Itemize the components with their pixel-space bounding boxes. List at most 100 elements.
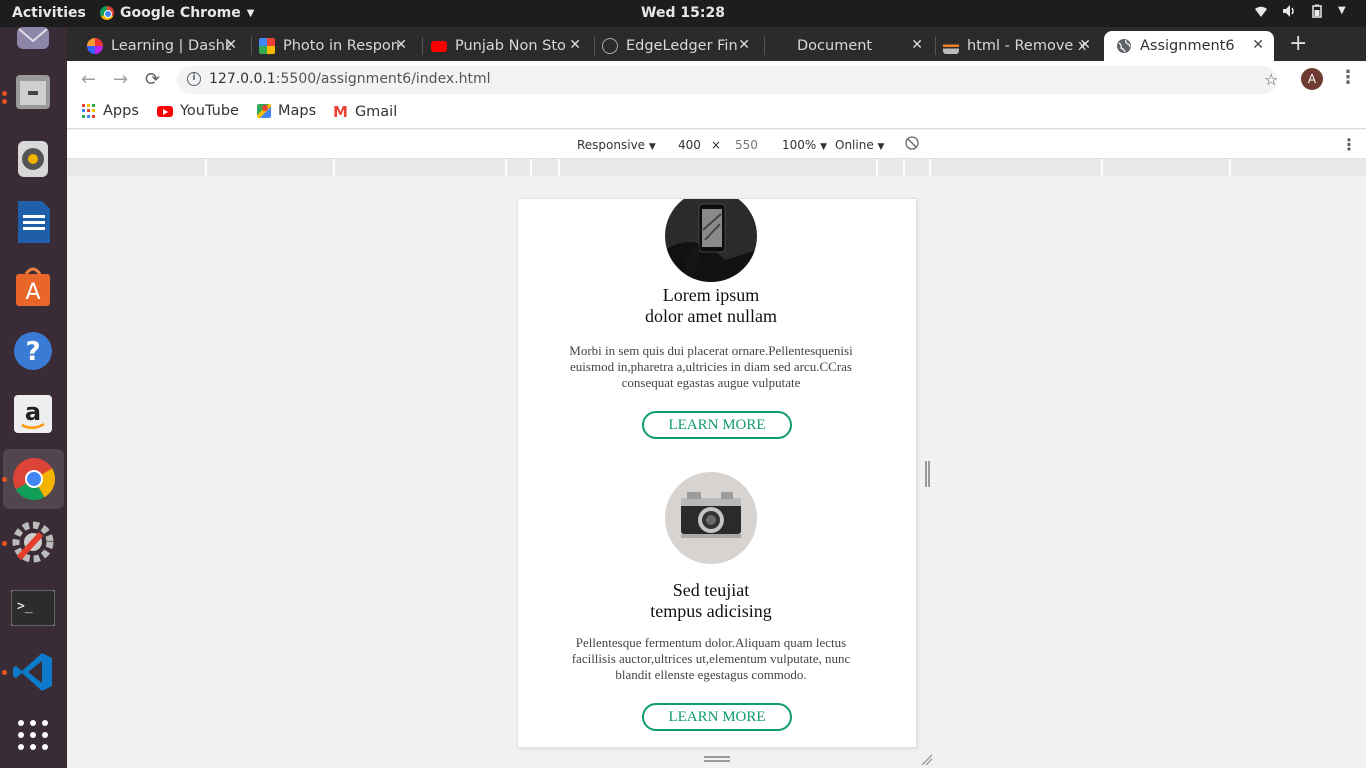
tab-document[interactable]: Document ✕ (773, 31, 933, 61)
chevron-down-icon: ▼ (246, 7, 255, 19)
vscode-icon[interactable] (8, 647, 58, 697)
close-icon[interactable]: ✕ (569, 37, 581, 53)
close-icon[interactable]: ✕ (738, 37, 750, 53)
new-tab-button[interactable]: + (1289, 31, 1307, 56)
stackoverflow-favicon-icon (943, 38, 959, 54)
mail-icon[interactable] (8, 27, 58, 53)
app-menu[interactable]: Google Chrome ▼ (100, 5, 254, 21)
tab-punjab[interactable]: Punjab Non Sto ✕ (431, 31, 591, 61)
emulated-page[interactable]: Lorem ipsum dolor amet nullam Morbi in s… (517, 198, 917, 748)
menu-kebab-icon[interactable]: ⋮ (1339, 67, 1357, 88)
close-icon[interactable]: ✕ (1079, 37, 1091, 53)
card-title: Sed teujiat tempus adicising (518, 580, 904, 622)
tab-title: Photo in Respon (283, 38, 400, 54)
chevron-down-icon: ▼ (648, 142, 656, 152)
files-icon[interactable] (8, 67, 58, 117)
settings-icon[interactable] (8, 517, 58, 567)
bottom-resize-handle[interactable] (704, 756, 730, 758)
terminal-icon[interactable]: >_ (8, 583, 58, 633)
maps-icon (257, 104, 271, 118)
youtube-favicon-icon (431, 40, 447, 52)
tab-strip: Learning | Dashb ✕ Photo in Respon ✕ Pun… (67, 27, 1366, 61)
tab-title: Punjab Non Sto (455, 38, 566, 54)
more-options-icon[interactable]: ⋮ (1341, 135, 1357, 154)
show-apps-icon[interactable] (8, 710, 58, 760)
width-input[interactable]: 400 (678, 138, 701, 152)
svg-text:A: A (25, 280, 40, 305)
system-tray[interactable]: ▼ (1254, 4, 1352, 18)
chrome-dock-icon[interactable] (3, 449, 64, 509)
close-icon[interactable]: ✕ (1252, 37, 1264, 53)
software-center-icon[interactable]: A (8, 261, 58, 311)
learn-more-button[interactable]: LEARN MORE (642, 411, 792, 439)
bookmark-star-icon[interactable]: ☆ (1264, 70, 1278, 89)
writer-icon[interactable] (8, 197, 58, 247)
close-icon[interactable]: ✕ (225, 37, 237, 53)
globe-icon (1116, 38, 1132, 54)
bookmark-label: YouTube (180, 103, 239, 119)
tab-learning[interactable]: Learning | Dashb ✕ (87, 31, 247, 61)
wifi-icon (1254, 4, 1268, 18)
help-icon[interactable]: ? (8, 326, 58, 376)
url-host: 127.0.0.1 (209, 71, 276, 87)
bookmark-label: Apps (103, 103, 139, 119)
amazon-icon[interactable]: a (8, 389, 58, 439)
tab-assignment6[interactable]: Assignment6 ✕ (1104, 31, 1274, 61)
right-resize-handle[interactable] (925, 461, 927, 487)
edgeledger-favicon-icon (602, 38, 618, 54)
reload-icon[interactable]: ⟳ (145, 69, 160, 90)
tab-title: Document (797, 38, 873, 54)
info-icon[interactable]: i (187, 72, 201, 86)
chevron-down-icon: ▼ (820, 142, 828, 152)
chevron-down-icon: ▼ (1338, 5, 1346, 16)
chrome-icon (100, 6, 114, 20)
tab-title: html - Remove x (967, 38, 1087, 54)
network-select[interactable]: Online ▼ (835, 138, 884, 152)
rhythmbox-icon[interactable] (8, 133, 58, 183)
bookmark-apps[interactable]: Apps (82, 103, 139, 119)
close-icon[interactable]: ✕ (395, 37, 407, 53)
bookmark-label: Gmail (354, 104, 398, 120)
tab-edgeledger[interactable]: EdgeLedger Fin ✕ (602, 31, 760, 61)
tab-title: Learning | Dashb (111, 38, 231, 54)
card-body: Morbi in sem quis dui placerat ornare.Pe… (569, 343, 853, 390)
bottom-resize-handle-line (704, 760, 730, 762)
battery-icon (1310, 4, 1324, 18)
tab-stackoverflow[interactable]: html - Remove x ✕ (943, 31, 1101, 61)
youtube-icon (157, 105, 173, 117)
device-label: Responsive (577, 138, 646, 152)
bookmark-maps[interactable]: Maps (257, 103, 316, 119)
corner-resize-icon[interactable] (920, 752, 934, 768)
tab-photo[interactable]: Photo in Respon ✕ (259, 31, 417, 61)
network-label: Online (835, 138, 874, 152)
tab-title: EdgeLedger Fin (626, 38, 738, 54)
forward-arrow-icon[interactable]: → (113, 69, 128, 90)
svg-text:>_: >_ (17, 599, 33, 614)
card-title-line: Sed teujiat (672, 580, 750, 600)
card-body: Pellentesque fermentum dolor.Aliquam qua… (571, 635, 851, 682)
zoom-select[interactable]: 100% ▼ (782, 138, 827, 152)
apps-grid-icon (82, 104, 96, 118)
bookmark-gmail[interactable]: M Gmail (333, 103, 397, 121)
dock: A ? a >_ (0, 27, 67, 768)
learn-more-button[interactable]: LEARN MORE (642, 703, 792, 731)
height-input[interactable]: 550 (735, 138, 758, 152)
activities-button[interactable]: Activities (12, 5, 86, 21)
url-path: :5500/assignment6/index.html (275, 71, 491, 87)
device-select[interactable]: Responsive ▼ (577, 138, 656, 152)
address-bar[interactable]: i 127.0.0.1:5500/assignment6/index.html (177, 66, 1277, 94)
chevron-down-icon: ▼ (877, 142, 885, 152)
avatar[interactable]: A (1301, 68, 1323, 90)
close-icon[interactable]: ✕ (911, 37, 923, 53)
card-title-line: Lorem ipsum (662, 285, 760, 305)
bookmark-label: Maps (278, 103, 317, 119)
media-query-bar[interactable] (67, 159, 1366, 176)
system-top-bar: Activities Google Chrome ▼ Wed 15:28 ▼ (0, 0, 1366, 27)
zoom-label: 100% (782, 138, 817, 152)
browser-toolbar: ← → ⟳ i 127.0.0.1:5500/assignment6/index… (67, 61, 1366, 97)
bookmark-youtube[interactable]: YouTube (157, 103, 239, 119)
svg-text:?: ? (25, 337, 40, 367)
gmail-icon: M (333, 103, 348, 121)
back-arrow-icon[interactable]: ← (81, 69, 96, 90)
rotate-icon[interactable] (905, 136, 919, 153)
